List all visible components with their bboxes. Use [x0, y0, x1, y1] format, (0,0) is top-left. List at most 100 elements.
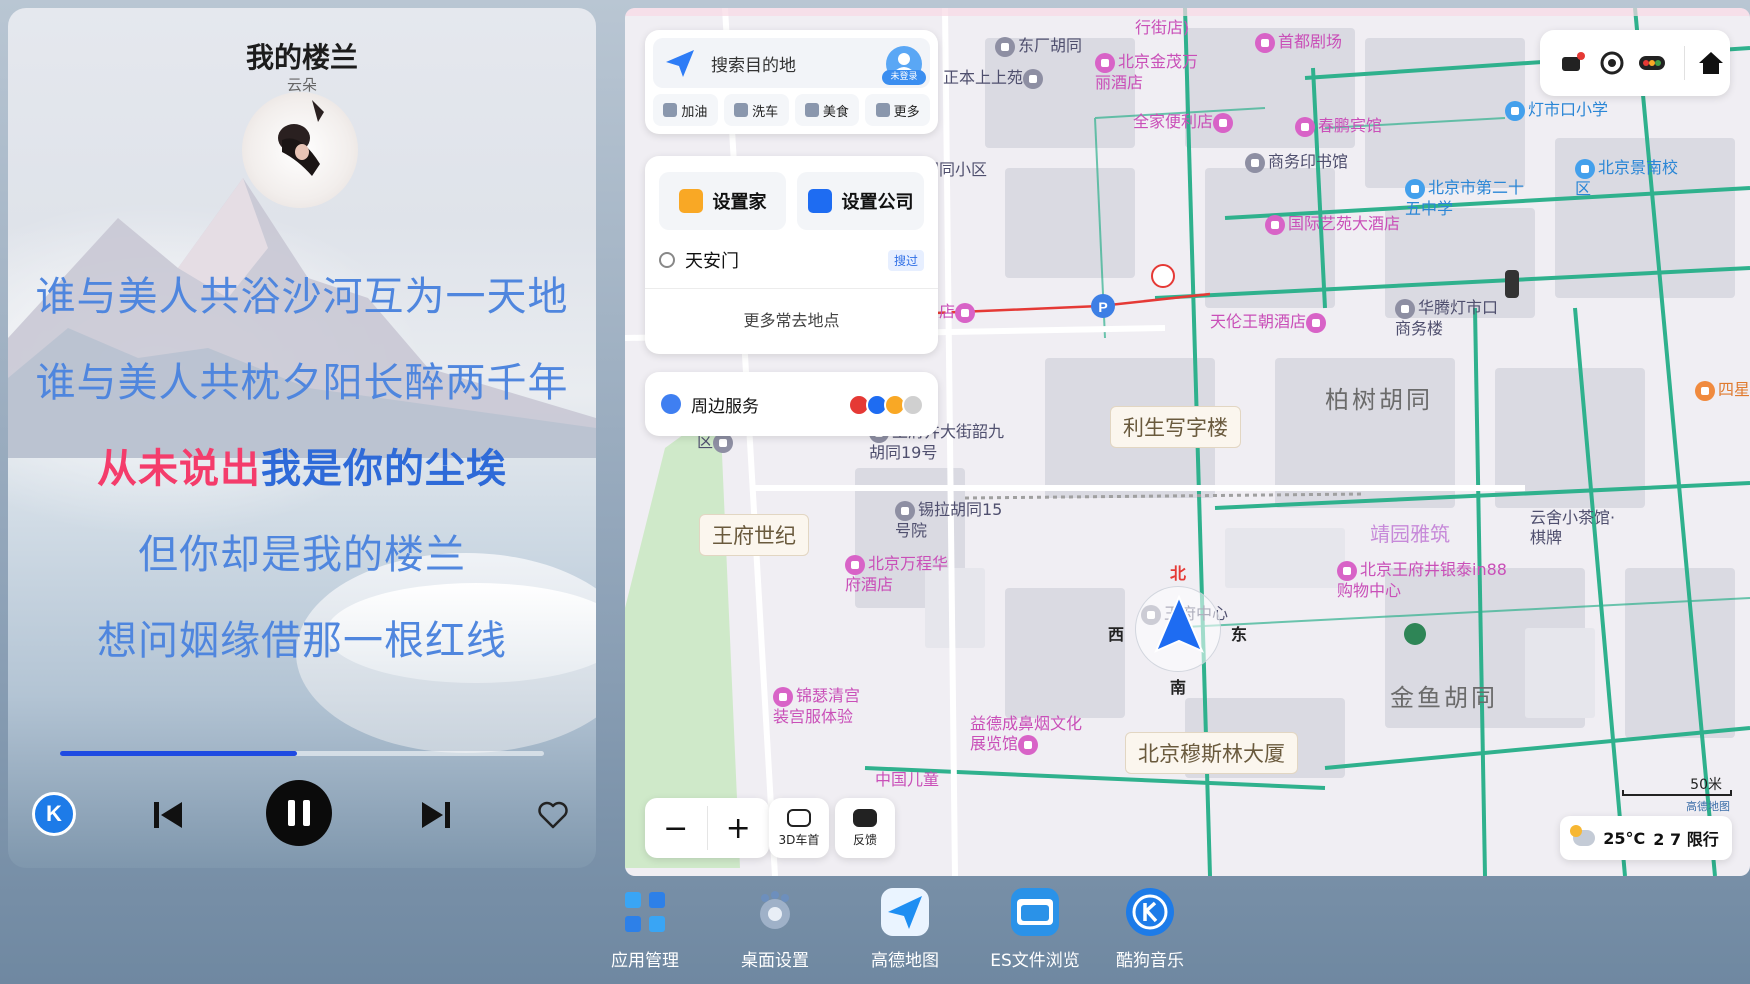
quick-food-button[interactable]: 美食: [794, 94, 860, 126]
album-art[interactable]: [242, 92, 358, 208]
company-icon: [807, 189, 832, 213]
zoom-in-button[interactable]: +: [708, 798, 770, 858]
location-arrow-icon: [1154, 594, 1204, 653]
poi-commercial-press[interactable]: 商务印书馆: [1245, 152, 1348, 173]
map-top-toolbar: [1540, 30, 1730, 96]
search-card: 搜索目的地 未登录 加油 洗车 美食 更多: [645, 30, 938, 134]
feedback-button[interactable]: 反馈: [835, 798, 895, 858]
recent-search-label: 天安门: [685, 251, 739, 272]
car-heading-label: 3D车首: [778, 832, 820, 847]
poi-jinmao-hotel[interactable]: 北京金茂万丽酒店: [1095, 52, 1205, 93]
user-avatar[interactable]: 未登录: [882, 46, 926, 85]
poi-huateng-building[interactable]: 华腾灯市口商务楼: [1395, 298, 1505, 339]
lyric-line-2: 谁与美人共枕夕阳长醉两千年: [35, 360, 569, 406]
feedback-icon: [853, 808, 877, 827]
building-lisheng[interactable]: 利生写字楼: [1110, 406, 1241, 448]
grid-more-icon: [875, 103, 890, 117]
home-icon: [678, 189, 703, 213]
nearby-services-button[interactable]: 周边服务: [645, 372, 938, 436]
album-art-figure: [278, 100, 324, 176]
progress-bar[interactable]: [60, 751, 544, 756]
lyric-line-5: 想问姻缘借那一根红线: [97, 618, 507, 664]
heart-outline-icon[interactable]: [534, 796, 572, 834]
poi-yunshe-teahouse[interactable]: 云舍小茶馆·棋牌: [1530, 508, 1626, 548]
poi-tianlun-hotel[interactable]: 天伦王朝酒店: [1210, 312, 1329, 333]
voice-icon[interactable]: [1598, 49, 1626, 77]
zoom-out-button[interactable]: −: [645, 798, 707, 858]
poi-capital-theatre[interactable]: 首都剧场: [1255, 32, 1342, 53]
dock-kugou[interactable]: 酷狗音乐: [1110, 888, 1190, 971]
more-places-button[interactable]: 更多常去地点: [645, 296, 938, 342]
set-home-button[interactable]: 设置家: [659, 172, 786, 230]
poi-dengshikou-school[interactable]: 灯市口小学: [1505, 100, 1608, 121]
street-jinyu-hutong: 金鱼胡同: [1390, 684, 1498, 712]
recent-search-item[interactable]: 天安门 搜过: [659, 242, 924, 278]
poi-international-hotel[interactable]: 国际艺苑大酒店: [1265, 214, 1400, 235]
kugou-k-icon[interactable]: K: [32, 792, 76, 836]
map-panel[interactable]: P 东厂胡同 首都剧场 北京金茂万丽酒店 正本上上苑 全家便利店 春鹏宾馆 灯市…: [625, 8, 1750, 876]
photo-pin-icon: [773, 686, 793, 707]
poi-jingyuan[interactable]: 靖园雅筑: [1370, 524, 1450, 544]
skip-previous-icon[interactable]: [148, 795, 188, 835]
hotel-pin-icon: [1095, 52, 1115, 73]
car-heading-button[interactable]: 3D车首: [769, 798, 829, 858]
poi-yidecheng-museum[interactable]: 益德成鼻烟文化展览馆: [970, 714, 1090, 755]
hotel-pin-icon: [1295, 116, 1315, 137]
searched-badge: 搜过: [887, 249, 924, 271]
poi-label: 春鹏宾馆: [1318, 116, 1383, 135]
building-wangfu-century[interactable]: 王府世纪: [699, 514, 809, 556]
quick-gas-button[interactable]: 加油: [653, 94, 718, 126]
building-muslim-tower[interactable]: 北京穆斯林大厦: [1125, 732, 1298, 774]
hotel-pin-icon: [955, 302, 976, 323]
poi-sixing[interactable]: 四星: [1695, 380, 1750, 401]
dock-app-manage[interactable]: 应用管理: [590, 888, 700, 971]
quick-more-button[interactable]: 更多: [865, 94, 930, 126]
divider: [1684, 46, 1685, 80]
residence-pin-icon: [895, 500, 915, 521]
compass-south: 南: [1170, 678, 1187, 697]
poi-family-mart[interactable]: 全家便利店: [1133, 112, 1236, 133]
poi-wancheng-hotel[interactable]: 北京万程华府酒店: [845, 554, 955, 595]
poi-no25-school[interactable]: 北京市第二十五中学: [1405, 178, 1535, 219]
weather-widget[interactable]: 25°C 2 7 限行: [1560, 816, 1732, 860]
poi-chunpeng-hotel[interactable]: 春鹏宾馆: [1295, 116, 1382, 137]
more-icon: [902, 394, 924, 416]
feedback-label: 反馈: [852, 832, 877, 847]
traffic-restriction: 2 7 限行: [1653, 830, 1719, 849]
poi-jingshan-campus[interactable]: 北京景南校区: [1575, 158, 1685, 199]
divider: [645, 288, 938, 289]
song-title: 我的楼兰: [245, 41, 358, 74]
quick-label: 美食: [822, 104, 849, 120]
skip-next-icon[interactable]: [416, 795, 456, 835]
quick-carwash-button[interactable]: 洗车: [723, 94, 789, 126]
search-input[interactable]: 搜索目的地 未登录: [653, 38, 930, 88]
poi-label: 天伦王朝酒店: [1210, 312, 1307, 331]
current-location-marker[interactable]: [1135, 586, 1221, 672]
theatre-pin-icon: [1255, 32, 1275, 53]
traffic-light-icon[interactable]: [1638, 49, 1666, 77]
map-scale-bar: [1622, 790, 1732, 796]
dock-es-file[interactable]: ES文件浏览: [980, 888, 1090, 971]
street-baishu-hutong: 柏树胡同: [1325, 386, 1433, 414]
dock-amap[interactable]: 高德地图: [850, 888, 960, 971]
poi-china-children[interactable]: 中国儿童: [875, 770, 939, 790]
search-icon: [659, 252, 675, 268]
home-icon[interactable]: [1697, 49, 1725, 77]
poi-dongchang[interactable]: 东厂胡同: [995, 36, 1082, 57]
traffic-report-icon[interactable]: [1558, 49, 1586, 77]
nearby-icon: [661, 394, 681, 414]
poi-zhengben[interactable]: 正本上上苑: [943, 68, 1046, 89]
dock-desktop-settings[interactable]: 桌面设置: [720, 888, 830, 971]
set-company-button[interactable]: 设置公司: [797, 172, 924, 230]
building-pin-icon: [1395, 298, 1415, 319]
poi-walking-street[interactable]: 行街店): [1135, 18, 1189, 38]
pause-button[interactable]: [266, 780, 332, 846]
shop-pin-icon: [1213, 112, 1234, 133]
poi-label: 四星: [1718, 380, 1750, 399]
poi-label: 灯市口小学: [1528, 100, 1609, 119]
school-pin-icon: [1575, 158, 1595, 179]
poi-xila-hutong[interactable]: 锡拉胡同15号院: [895, 500, 1005, 541]
poi-yintai-in88[interactable]: 北京王府井银泰in88购物中心: [1337, 560, 1507, 601]
poi-label: 云舍小茶馆·棋牌: [1530, 508, 1616, 547]
poi-jinse-palace[interactable]: 锦瑟清宫装宫服体验: [773, 686, 873, 727]
